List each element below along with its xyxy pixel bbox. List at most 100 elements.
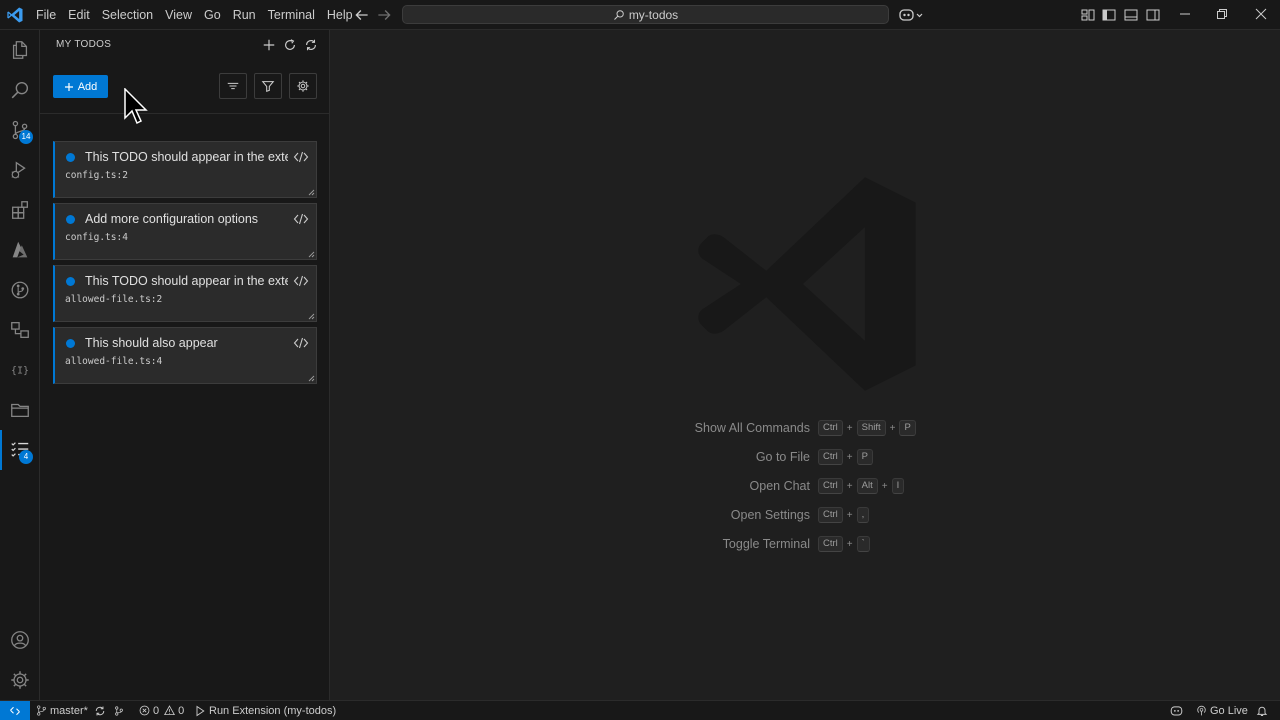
error-count: 0 (153, 704, 160, 717)
code-icon[interactable] (293, 211, 309, 227)
sidebar-actions (260, 36, 319, 53)
todo-location: config.ts:4 (65, 232, 128, 243)
menu-terminal[interactable]: Terminal (262, 0, 321, 30)
resize-grip-icon[interactable] (308, 189, 315, 196)
bell-icon (1256, 706, 1268, 716)
resize-grip-icon[interactable] (308, 251, 315, 258)
editor-empty-area[interactable]: Show All Commands Ctrl + Shift + P Go to F… (331, 30, 1280, 700)
code-icon[interactable] (293, 273, 309, 289)
search-button[interactable] (0, 70, 40, 110)
my-todos-button[interactable]: 4 (0, 430, 40, 470)
sort-button[interactable] (219, 73, 247, 99)
menu-selection[interactable]: Selection (96, 0, 159, 30)
command-center-search[interactable]: my-todos (402, 5, 889, 24)
problems-status[interactable]: 0 0 (139, 701, 184, 720)
close-icon[interactable] (1254, 7, 1268, 21)
todos-badge: 4 (19, 450, 33, 464)
menu-file[interactable]: File (30, 0, 62, 30)
status-dot (66, 153, 75, 162)
warning-count: 0 (178, 704, 185, 717)
sync-button[interactable] (302, 36, 319, 53)
explorer-button[interactable] (0, 30, 40, 70)
files-icon (12, 41, 28, 59)
menu-go[interactable]: Go (198, 0, 227, 30)
account-icon (11, 631, 29, 649)
vscode-logo-icon (7, 7, 23, 23)
branch-status[interactable]: master* (36, 701, 106, 720)
todo-item[interactable]: This TODO should appear in the extension… (53, 265, 317, 322)
shortcut-row: Show All Commands Ctrl + Shift + P (331, 418, 1280, 438)
debug-alt-icon (196, 705, 205, 716)
extensions-icon (12, 201, 28, 219)
folder-icon (11, 403, 29, 418)
svg-text:{I}: {I} (11, 366, 29, 377)
refresh-button[interactable] (281, 36, 298, 53)
copilot-status[interactable] (1170, 701, 1183, 720)
azure-button[interactable] (0, 230, 40, 270)
forward-arrow-icon[interactable] (375, 6, 393, 24)
braces-icon: {I} (11, 366, 29, 377)
menu-run[interactable]: Run (227, 0, 262, 30)
key: Ctrl (818, 420, 843, 436)
back-arrow-icon[interactable] (353, 6, 371, 24)
todo-text: This TODO should appear in the extension (85, 150, 288, 164)
warning-icon (164, 705, 176, 716)
shortcut-row: Open Settings Ctrl + , (331, 505, 1280, 525)
todo-item[interactable]: Add more configuration options config.ts… (53, 203, 317, 260)
toggle-primary-sidebar-icon[interactable] (1101, 7, 1117, 23)
status-bar: master* 0 0 Run Extension (my-todos) Go … (0, 700, 1280, 720)
sidebar-divider (40, 113, 330, 114)
todo-item[interactable]: This TODO should appear in the extension… (53, 141, 317, 198)
toggle-panel-icon[interactable] (1123, 7, 1139, 23)
key: P (899, 420, 916, 436)
todo-text: Add more configuration options (85, 212, 259, 226)
mouse-cursor-icon (124, 88, 148, 125)
shortcut-label: Show All Commands (694, 421, 810, 435)
key: Ctrl (818, 536, 843, 552)
git-graph-status[interactable] (113, 701, 125, 720)
todo-item[interactable]: This should also appear allowed-file.ts:… (53, 327, 317, 384)
restore-icon[interactable] (1215, 7, 1229, 21)
notifications-button[interactable] (1256, 701, 1268, 720)
run-extension-status[interactable]: Run Extension (my-todos) (194, 701, 336, 720)
manage-button[interactable] (0, 660, 40, 700)
toggle-secondary-sidebar-icon[interactable] (1145, 7, 1161, 23)
todo-text: This should also appear (85, 336, 218, 350)
add-todo-button[interactable]: Add (53, 75, 108, 98)
go-live-button[interactable]: Go Live (1196, 701, 1248, 720)
extensions-button[interactable] (0, 190, 40, 230)
menu-view[interactable]: View (159, 0, 198, 30)
search-icon (613, 9, 624, 20)
source-control-button[interactable]: 14 (0, 110, 40, 150)
menu-bar: File Edit Selection View Go Run Terminal… (30, 0, 359, 30)
sync-icon[interactable] (94, 705, 106, 717)
error-icon (139, 705, 150, 716)
command-center-label: my-todos (628, 7, 679, 22)
refresh-icon (284, 38, 295, 50)
remote-indicator-button[interactable] (0, 701, 30, 720)
menu-edit[interactable]: Edit (62, 0, 96, 30)
run-debug-button[interactable] (0, 150, 40, 190)
git-graph-button[interactable] (0, 270, 40, 310)
filter-button[interactable] (254, 73, 282, 99)
customize-layout-icon[interactable] (1080, 7, 1096, 23)
accounts-button[interactable] (0, 620, 40, 660)
remote-explorer-button[interactable] (0, 310, 40, 350)
copilot-icon[interactable] (899, 7, 925, 23)
sidebar-my-todos: MY TODOS Add This TODO should appear in … (40, 30, 330, 700)
resize-grip-icon[interactable] (308, 375, 315, 382)
code-icon[interactable] (293, 335, 309, 351)
go-live-label: Go Live (1210, 704, 1248, 717)
git-branch-icon (37, 705, 46, 716)
json-button[interactable]: {I} (0, 350, 40, 390)
folder-button[interactable] (0, 390, 40, 430)
code-icon[interactable] (293, 149, 309, 165)
key: Ctrl (818, 449, 843, 465)
settings-button[interactable] (289, 73, 317, 99)
new-todo-button[interactable] (260, 36, 277, 53)
shortcut-label: Go to File (755, 450, 810, 464)
source-control-badge: 14 (19, 130, 33, 144)
plus-icon (64, 82, 73, 91)
minimize-icon[interactable] (1178, 7, 1192, 21)
resize-grip-icon[interactable] (308, 313, 315, 320)
